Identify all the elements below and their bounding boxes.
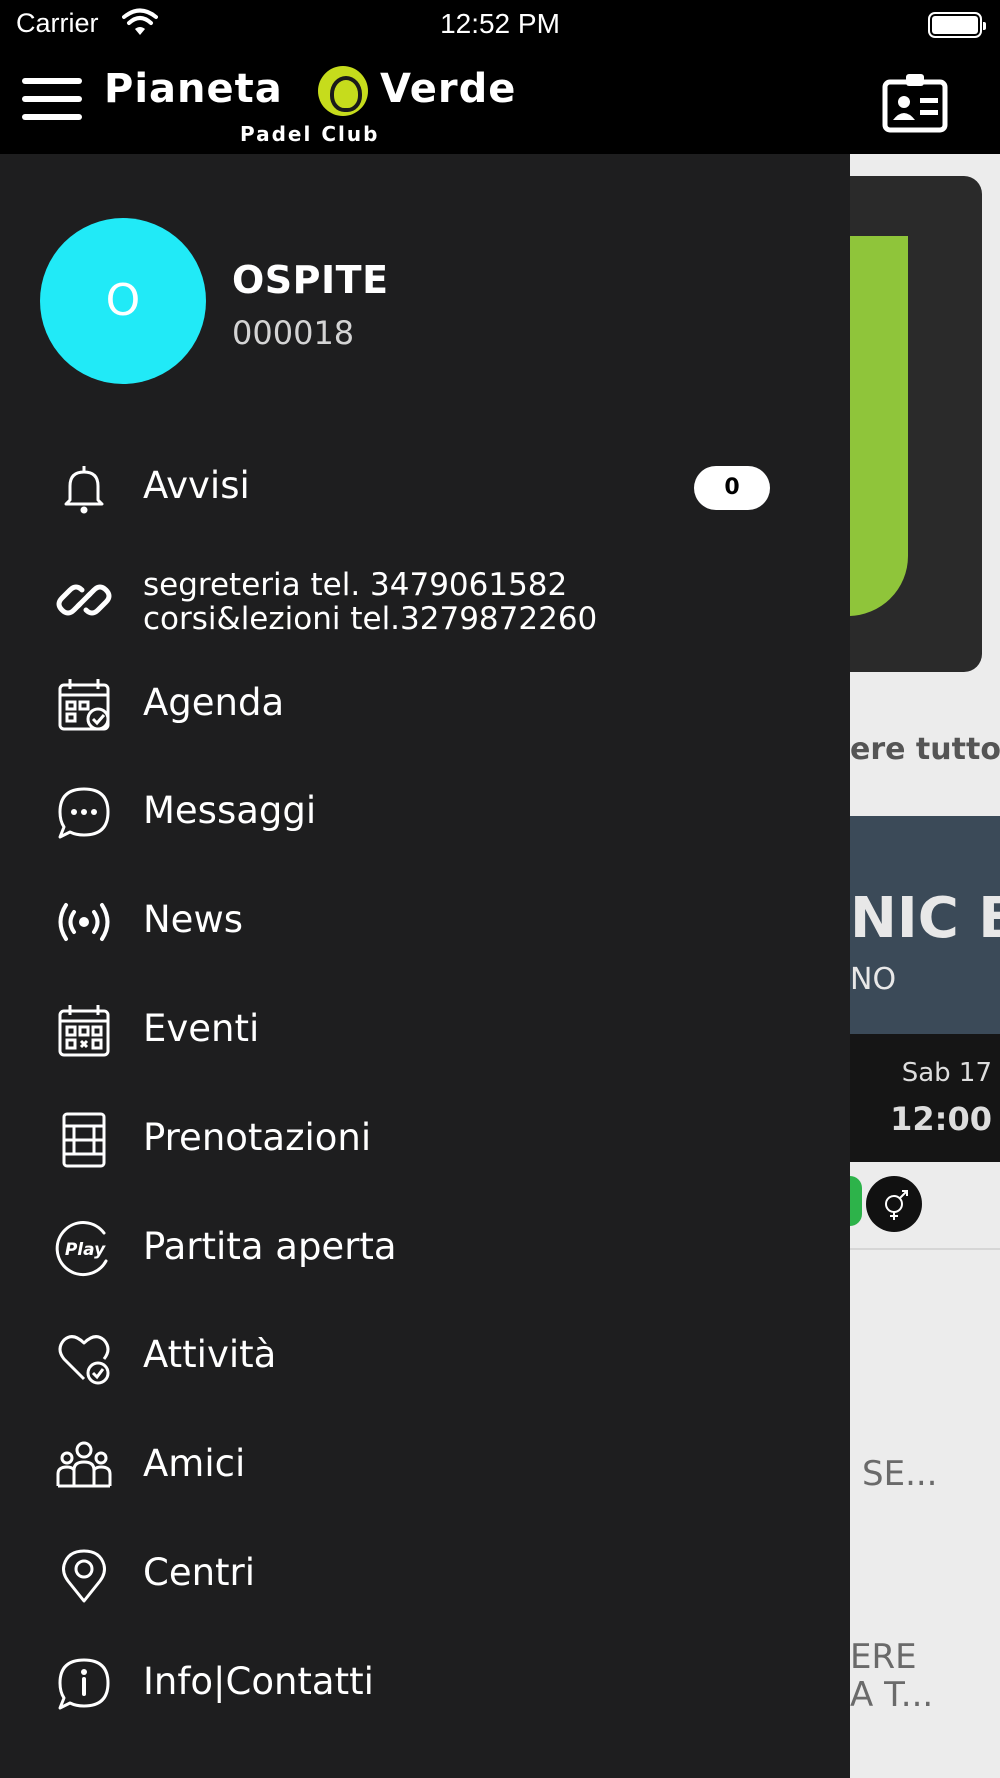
- map-pin-icon: [54, 1545, 114, 1605]
- chat-bubble-icon: [54, 783, 114, 843]
- menu-label: News: [143, 898, 243, 941]
- menu-item-partita-aperta[interactable]: Play Partita aperta: [0, 1201, 850, 1297]
- link-icon: [54, 570, 114, 630]
- heart-check-icon: [54, 1327, 114, 1387]
- menu-label: Amici: [143, 1442, 246, 1485]
- event-info-bar: Sab 17 12:00: [850, 1034, 1000, 1162]
- menu-label: Partita aperta: [143, 1225, 397, 1268]
- info-chat-icon: [54, 1654, 114, 1714]
- calendar-grid-icon: [54, 1001, 114, 1061]
- event-title: NIC B: [850, 886, 1000, 951]
- svg-text:Play: Play: [65, 1240, 106, 1260]
- menu-item-info-contatti[interactable]: Info|Contatti: [0, 1636, 850, 1732]
- status-bar: Carrier 12:52 PM: [0, 0, 1000, 52]
- background-content: ere tutto NIC B NO Sab 17 12:00 SE... ER…: [850, 154, 1000, 1778]
- background-text: ERE A T...: [850, 1637, 934, 1715]
- event-time: 12:00: [890, 1100, 992, 1138]
- menu-item-agenda[interactable]: Agenda: [0, 657, 850, 753]
- user-name: OSPITE: [232, 258, 389, 302]
- featured-image: [850, 176, 982, 672]
- contact-card-icon[interactable]: [882, 72, 948, 134]
- court-icon: [54, 1110, 114, 1170]
- menu-item-prenotazioni[interactable]: Prenotazioni: [0, 1092, 850, 1188]
- side-drawer: O OSPITE 000018 Avvisi 0 segreteria tel.…: [0, 154, 850, 1778]
- battery-icon: [928, 12, 986, 38]
- background-text: SE...: [862, 1454, 938, 1494]
- menu-item-phone-contacts[interactable]: segreteria tel. 3479061582 corsi&lezioni…: [0, 550, 850, 646]
- divider: [850, 1248, 1000, 1250]
- logo-word-right: Verde: [380, 66, 517, 112]
- menu-label: Eventi: [143, 1007, 260, 1050]
- menu-label: segreteria tel. 3479061582 corsi&lezioni…: [143, 567, 598, 637]
- menu-label: Centri: [143, 1551, 256, 1594]
- hamburger-menu-icon[interactable]: [22, 78, 82, 122]
- menu-label: Avvisi: [143, 464, 250, 507]
- status-dot: [850, 1176, 862, 1226]
- menu-label: Attività: [143, 1333, 277, 1376]
- people-icon: [54, 1436, 114, 1496]
- avatar[interactable]: O: [40, 218, 206, 384]
- app-header: Pianeta Verde Padel Club: [0, 52, 1000, 154]
- event-subtitle: NO: [850, 962, 897, 997]
- menu-item-avvisi[interactable]: Avvisi 0: [0, 440, 850, 536]
- menu-item-messaggi[interactable]: Messaggi: [0, 765, 850, 861]
- menu-label: Prenotazioni: [143, 1116, 372, 1159]
- menu-label: Info|Contatti: [143, 1660, 374, 1703]
- calendar-check-icon: [54, 675, 114, 735]
- menu-item-eventi[interactable]: Eventi: [0, 983, 850, 1079]
- menu-label: Agenda: [143, 681, 285, 724]
- mixed-gender-icon: [866, 1176, 922, 1232]
- event-image: NIC B NO: [850, 816, 1000, 1034]
- padel-ball-icon: [318, 66, 368, 116]
- menu-label: Messaggi: [143, 789, 317, 832]
- user-code: 000018: [232, 314, 355, 352]
- menu-item-centri[interactable]: Centri: [0, 1527, 850, 1623]
- bell-icon: [54, 458, 114, 518]
- menu-item-news[interactable]: News: [0, 874, 850, 970]
- logo-subtitle: Padel Club: [240, 122, 380, 146]
- club-logo: Pianeta Verde Padel Club: [100, 60, 540, 150]
- logo-word-left: Pianeta: [104, 66, 283, 112]
- broadcast-icon: [54, 892, 114, 952]
- event-day: Sab 17: [901, 1058, 992, 1088]
- play-icon: Play: [54, 1219, 114, 1279]
- avatar-initial: O: [105, 275, 141, 326]
- menu-item-amici[interactable]: Amici: [0, 1418, 850, 1514]
- status-time: 12:52 PM: [440, 8, 560, 39]
- notification-count-badge: 0: [694, 466, 770, 510]
- menu-item-attivita[interactable]: Attività: [0, 1309, 850, 1405]
- see-all-link: ere tutto: [850, 732, 1000, 767]
